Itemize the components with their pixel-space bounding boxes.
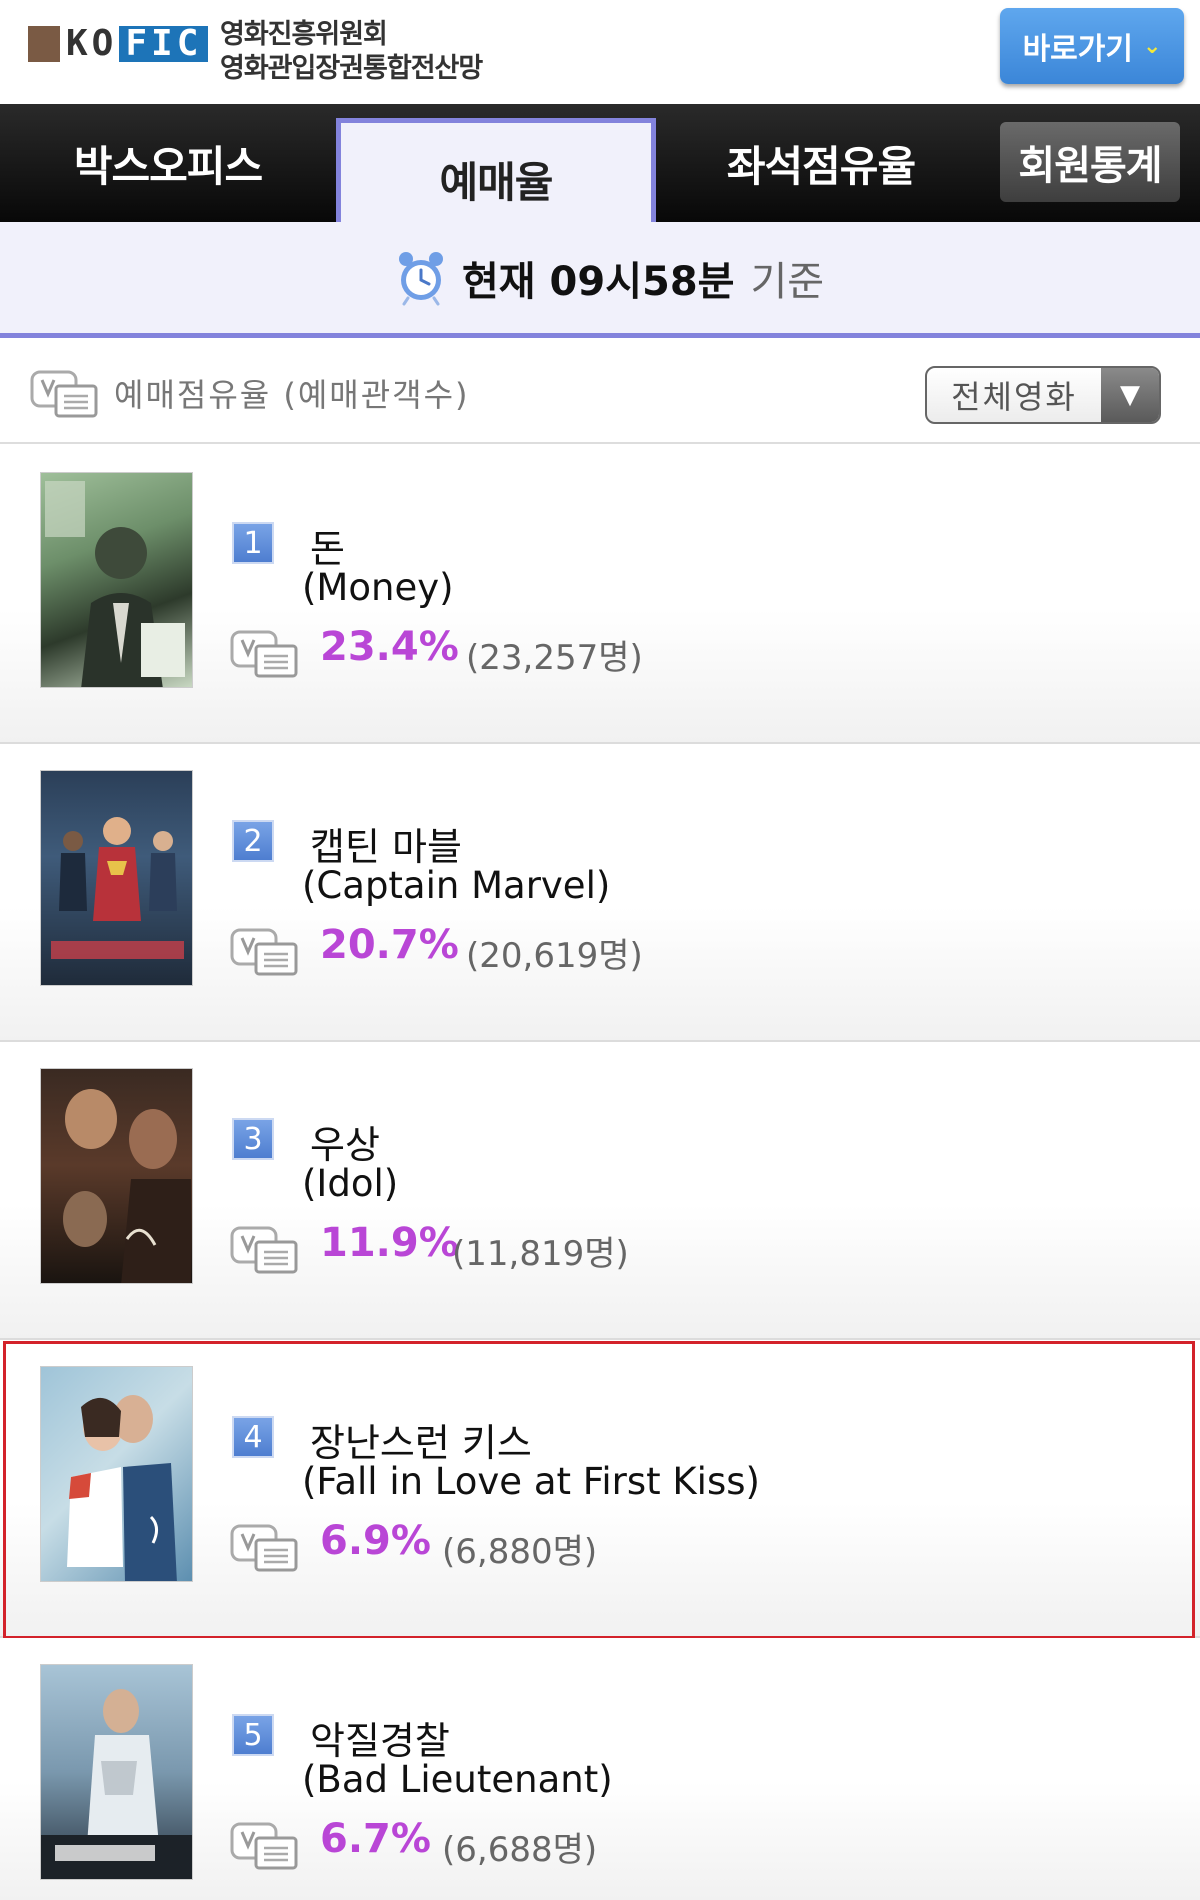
movie-item[interactable]: 2 캡틴 마블 (Captain Marvel) 20.7% (20,619명)	[0, 744, 1200, 1042]
movie-title-ko[interactable]: 돈	[310, 518, 345, 573]
reservation-rate: 6.9%	[320, 1518, 431, 1564]
org-name-line2: 영화관입장권통합전산망	[220, 53, 483, 84]
rank-badge: 5	[232, 1714, 274, 1756]
org-name-line1: 영화진흥위원회	[220, 19, 388, 50]
alarm-clock-icon	[399, 252, 443, 306]
logo-fic: FIC	[119, 26, 209, 62]
ticket-icon	[230, 1226, 298, 1274]
ticket-icon	[30, 370, 98, 418]
reservation-rate: 20.7%	[320, 922, 459, 968]
movie-title-en[interactable]: (Idol)	[302, 1162, 398, 1205]
reservation-share-label: 예매점유율 (예매관객수)	[114, 376, 470, 414]
rank-badge: 1	[232, 522, 274, 564]
movie-item[interactable]: 1 돈 (Money) 23.4% (23,257명)	[0, 446, 1200, 744]
poster-art	[41, 1689, 192, 1879]
movie-title-ko[interactable]: 장난스런 키스	[310, 1412, 532, 1467]
logo-wordmark: KO FIC	[60, 23, 209, 64]
movie-poster[interactable]	[40, 1366, 193, 1582]
rank-badge: 3	[232, 1118, 274, 1160]
reservation-count: (23,257명)	[466, 638, 643, 678]
poster-art	[45, 481, 185, 687]
dropdown-arrow-icon[interactable]: ▼	[1101, 368, 1159, 422]
chevron-down-icon: ⌄	[1142, 33, 1162, 59]
ticket-icon	[230, 1524, 298, 1572]
poster-art	[63, 1089, 191, 1283]
site-header: KO FIC 영화진흥위원회 영화관입장권통합전산망 바로가기 ⌄	[0, 0, 1200, 104]
reservation-count: (11,819명)	[452, 1234, 629, 1274]
kofic-logo[interactable]: KO FIC	[28, 23, 209, 64]
ticket-icon	[230, 928, 298, 976]
goto-label: 바로가기	[1022, 32, 1133, 67]
tab-reservation-rate[interactable]: 예매율	[336, 118, 656, 236]
tab-member-stats[interactable]: 회원통계	[1000, 122, 1180, 202]
rank-badge: 4	[232, 1416, 274, 1458]
time-info: 현재 09시58분 기준	[396, 248, 824, 308]
reservation-rate: 23.4%	[320, 624, 459, 670]
logo-ko: KO	[66, 23, 118, 64]
movie-poster[interactable]	[40, 472, 193, 688]
goto-button[interactable]: 바로가기 ⌄	[1000, 8, 1184, 84]
tab-boxoffice[interactable]: 박스오피스	[0, 104, 336, 222]
movie-title-en[interactable]: (Fall in Love at First Kiss)	[302, 1460, 760, 1503]
movie-poster[interactable]	[40, 770, 193, 986]
tab-seat-share[interactable]: 좌석점유율	[656, 104, 986, 222]
movie-title-ko[interactable]: 캡틴 마블	[310, 816, 462, 871]
ticket-icon	[230, 630, 298, 678]
current-time: 현재 09시58분	[462, 259, 735, 305]
movie-title-en[interactable]: (Captain Marvel)	[302, 864, 610, 907]
movie-filter-select[interactable]: 전체영화 ▼	[925, 366, 1161, 424]
movie-title-ko[interactable]: 악질경찰	[310, 1710, 450, 1765]
logo-block	[28, 26, 60, 62]
poster-art	[51, 817, 184, 959]
movie-item[interactable]: 4 장난스런 키스 (Fall in Love at First Kiss) 6…	[0, 1340, 1200, 1638]
movie-title-en[interactable]: (Money)	[302, 566, 454, 609]
poster-art	[67, 1395, 177, 1581]
movie-title-ko[interactable]: 우상	[310, 1114, 380, 1169]
select-value: 전체영화	[951, 378, 1077, 416]
org-name: 영화진흥위원회 영화관입장권통합전산망	[220, 18, 483, 86]
reservation-rate: 11.9%	[320, 1220, 459, 1266]
ticket-icon	[230, 1822, 298, 1870]
reservation-count: (20,619명)	[466, 936, 643, 976]
time-strip: 현재 09시58분 기준	[0, 222, 1200, 338]
reservation-count: (6,688명)	[442, 1830, 598, 1870]
movie-poster[interactable]	[40, 1068, 193, 1284]
movie-title-en[interactable]: (Bad Lieutenant)	[302, 1758, 613, 1801]
rank-badge: 2	[232, 820, 274, 862]
reservation-count: (6,880명)	[442, 1532, 598, 1572]
reservation-rate: 6.7%	[320, 1816, 431, 1862]
movie-item[interactable]: 5 악질경찰 (Bad Lieutenant) 6.7% (6,688명)	[0, 1638, 1200, 1900]
movie-item[interactable]: 3 우상 (Idol) 11.9% (11,819명)	[0, 1042, 1200, 1340]
movie-poster[interactable]	[40, 1664, 193, 1880]
filter-row: 예매점유율 (예매관객수) 전체영화 ▼	[0, 338, 1200, 444]
time-basis-label: 기준	[750, 259, 825, 305]
